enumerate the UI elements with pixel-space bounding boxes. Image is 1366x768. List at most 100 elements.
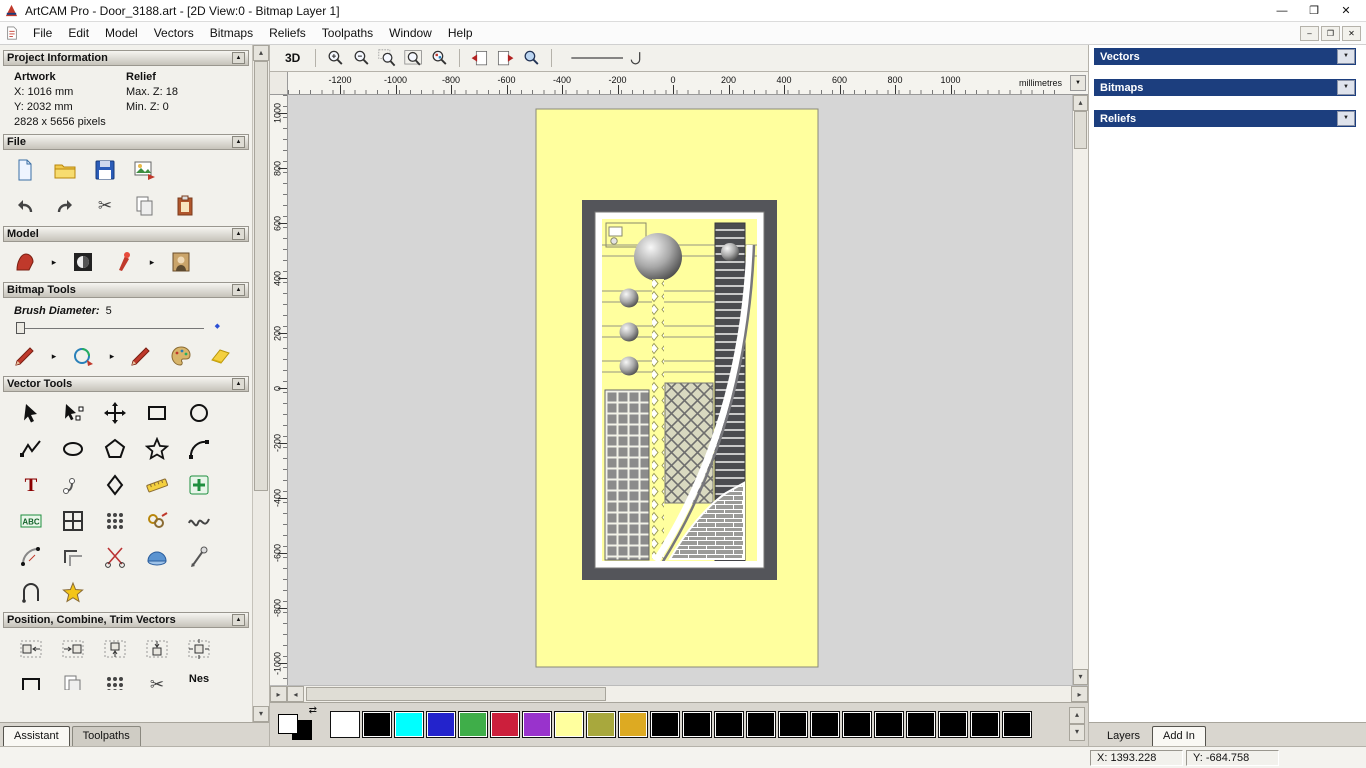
brush-diameter-slider[interactable]: ◆ — [14, 319, 238, 336]
tab-toolpaths[interactable]: Toolpaths — [71, 726, 141, 746]
palette-swatch-17[interactable] — [874, 711, 904, 738]
zoom-fit-icon[interactable] — [402, 47, 425, 69]
adjust-model-icon[interactable] — [68, 248, 98, 276]
palette-swatch-5[interactable] — [490, 711, 520, 738]
trim-overlap-icon[interactable]: ✂ — [142, 671, 172, 690]
extrude-relief-icon[interactable] — [142, 543, 172, 571]
panel-scroll-up-arrow[interactable]: ▴ — [253, 45, 269, 61]
open-model-icon[interactable] — [50, 156, 80, 184]
canvas-scroll-right-arrow[interactable]: ▸ — [1071, 686, 1088, 702]
collapse-section-icon[interactable]: ▲ — [232, 228, 245, 240]
panel-scroll-down-arrow[interactable]: ▾ — [253, 706, 269, 722]
palette-scrollbar[interactable]: ▴ ▾ — [1069, 707, 1085, 741]
array-vectors-icon[interactable] — [100, 671, 130, 690]
create-arch-icon[interactable] — [16, 579, 46, 607]
transform-vectors-icon[interactable] — [100, 399, 130, 427]
offset-vectors-icon[interactable] — [58, 543, 88, 571]
next-view-icon[interactable] — [494, 47, 517, 69]
copy-vectors-icon[interactable] — [58, 671, 88, 690]
canvas-vertical-scroll-thumb[interactable] — [1074, 111, 1087, 149]
group-vectors-icon[interactable] — [16, 671, 46, 690]
palette-swatch-18[interactable] — [906, 711, 936, 738]
palette-swatch-6[interactable] — [522, 711, 552, 738]
select-vectors-icon[interactable] — [16, 399, 46, 427]
arc-through-points-icon[interactable] — [58, 471, 88, 499]
palette-swatch-9[interactable] — [618, 711, 648, 738]
palette-swatch-21[interactable] — [1002, 711, 1032, 738]
drawing-canvas[interactable] — [288, 95, 1072, 685]
canvas-horizontal-scrollbar[interactable]: ▸ ◂ ▸ — [270, 685, 1088, 702]
palette-swatch-19[interactable] — [938, 711, 968, 738]
text-abc-icon[interactable]: ABC — [16, 507, 46, 535]
zoom-in-icon[interactable] — [324, 47, 347, 69]
model-lighting-icon[interactable] — [108, 248, 138, 276]
load-image-icon[interactable] — [166, 248, 196, 276]
set-model-size-icon[interactable] — [10, 248, 40, 276]
palette-swatch-0[interactable] — [330, 711, 360, 738]
horizontal-scroll-thumb[interactable] — [306, 687, 606, 701]
draw-freehand-icon[interactable] — [68, 342, 98, 370]
swap-colours-icon[interactable]: ⇄ — [309, 705, 317, 716]
bitmaps-section-header[interactable]: Bitmaps ▼ — [1094, 79, 1356, 96]
align-bottom-icon[interactable] — [142, 635, 172, 663]
node-editing-icon[interactable] — [58, 399, 88, 427]
fit-arc-icon[interactable] — [16, 543, 46, 571]
fit-polyline-icon[interactable] — [184, 507, 214, 535]
cut-icon[interactable]: ✂ — [90, 192, 120, 220]
slider-thumb[interactable] — [16, 322, 25, 334]
create-polygon-icon[interactable] — [100, 435, 130, 463]
menu-edit[interactable]: Edit — [60, 23, 97, 43]
collapse-section-icon[interactable]: ▲ — [232, 614, 245, 626]
vectors-dropdown-icon[interactable]: ▼ — [1337, 49, 1355, 64]
palette-swatch-15[interactable] — [810, 711, 840, 738]
reliefs-dropdown-icon[interactable]: ▼ — [1337, 111, 1355, 126]
redraw-view-icon[interactable] — [520, 47, 543, 69]
palette-swatch-13[interactable] — [746, 711, 776, 738]
nest-vectors-icon[interactable]: Nes — [189, 671, 209, 685]
make-grid-icon[interactable] — [58, 507, 88, 535]
menu-vectors[interactable]: Vectors — [146, 23, 202, 43]
tab-add-in[interactable]: Add In — [1152, 726, 1206, 746]
zoom-box-icon[interactable] — [376, 47, 399, 69]
align-left-icon[interactable] — [16, 635, 46, 663]
menu-model[interactable]: Model — [97, 23, 146, 43]
tab-assistant[interactable]: Assistant — [3, 726, 70, 746]
block-array-icon[interactable] — [100, 507, 130, 535]
bitmap-to-vector-icon[interactable] — [58, 579, 88, 607]
align-top-icon[interactable] — [100, 635, 130, 663]
create-circle-icon[interactable] — [184, 399, 214, 427]
restore-button[interactable]: ❐ — [1298, 1, 1330, 21]
tab-layers[interactable]: Layers — [1097, 727, 1150, 746]
canvas-scroll-up-arrow[interactable]: ▴ — [1073, 95, 1088, 111]
import-image-icon[interactable] — [130, 156, 160, 184]
menu-toolpaths[interactable]: Toolpaths — [314, 23, 381, 43]
menu-bitmaps[interactable]: Bitmaps — [202, 23, 261, 43]
paste-icon[interactable] — [170, 192, 200, 220]
canvas-scroll-left-arrow[interactable]: ◂ — [287, 686, 304, 702]
collapse-section-icon[interactable]: ▲ — [232, 378, 245, 390]
create-diamond-icon[interactable] — [100, 471, 130, 499]
primary-secondary-colours[interactable]: ⇄ — [276, 705, 320, 744]
align-centre-icon[interactable] — [184, 635, 214, 663]
palette-swatch-8[interactable] — [586, 711, 616, 738]
view-3d-button[interactable]: 3D — [278, 49, 307, 67]
mdi-restore-button[interactable]: ❐ — [1321, 25, 1340, 41]
palette-swatch-10[interactable] — [650, 711, 680, 738]
create-arc-icon[interactable] — [184, 435, 214, 463]
palette-swatch-4[interactable] — [458, 711, 488, 738]
line-width-sample[interactable] — [560, 47, 656, 69]
interpolate-icon[interactable] — [184, 543, 214, 571]
palette-scroll-up[interactable]: ▴ — [1069, 707, 1085, 724]
minimize-button[interactable]: — — [1266, 1, 1298, 21]
reliefs-section-header[interactable]: Reliefs ▼ — [1094, 110, 1356, 127]
measure-tool-icon[interactable] — [142, 471, 172, 499]
palette-swatch-12[interactable] — [714, 711, 744, 738]
canvas-scroll-down-arrow[interactable]: ▾ — [1073, 669, 1088, 685]
palette-swatch-1[interactable] — [362, 711, 392, 738]
palette-swatch-20[interactable] — [970, 711, 1000, 738]
create-polyline-icon[interactable] — [16, 435, 46, 463]
flyout-arrow-icon[interactable]: ▸ — [108, 342, 116, 370]
collapse-section-icon[interactable]: ▲ — [232, 284, 245, 296]
flyout-arrow-icon[interactable]: ▸ — [50, 248, 58, 276]
primary-colour-swatch[interactable] — [278, 713, 298, 734]
